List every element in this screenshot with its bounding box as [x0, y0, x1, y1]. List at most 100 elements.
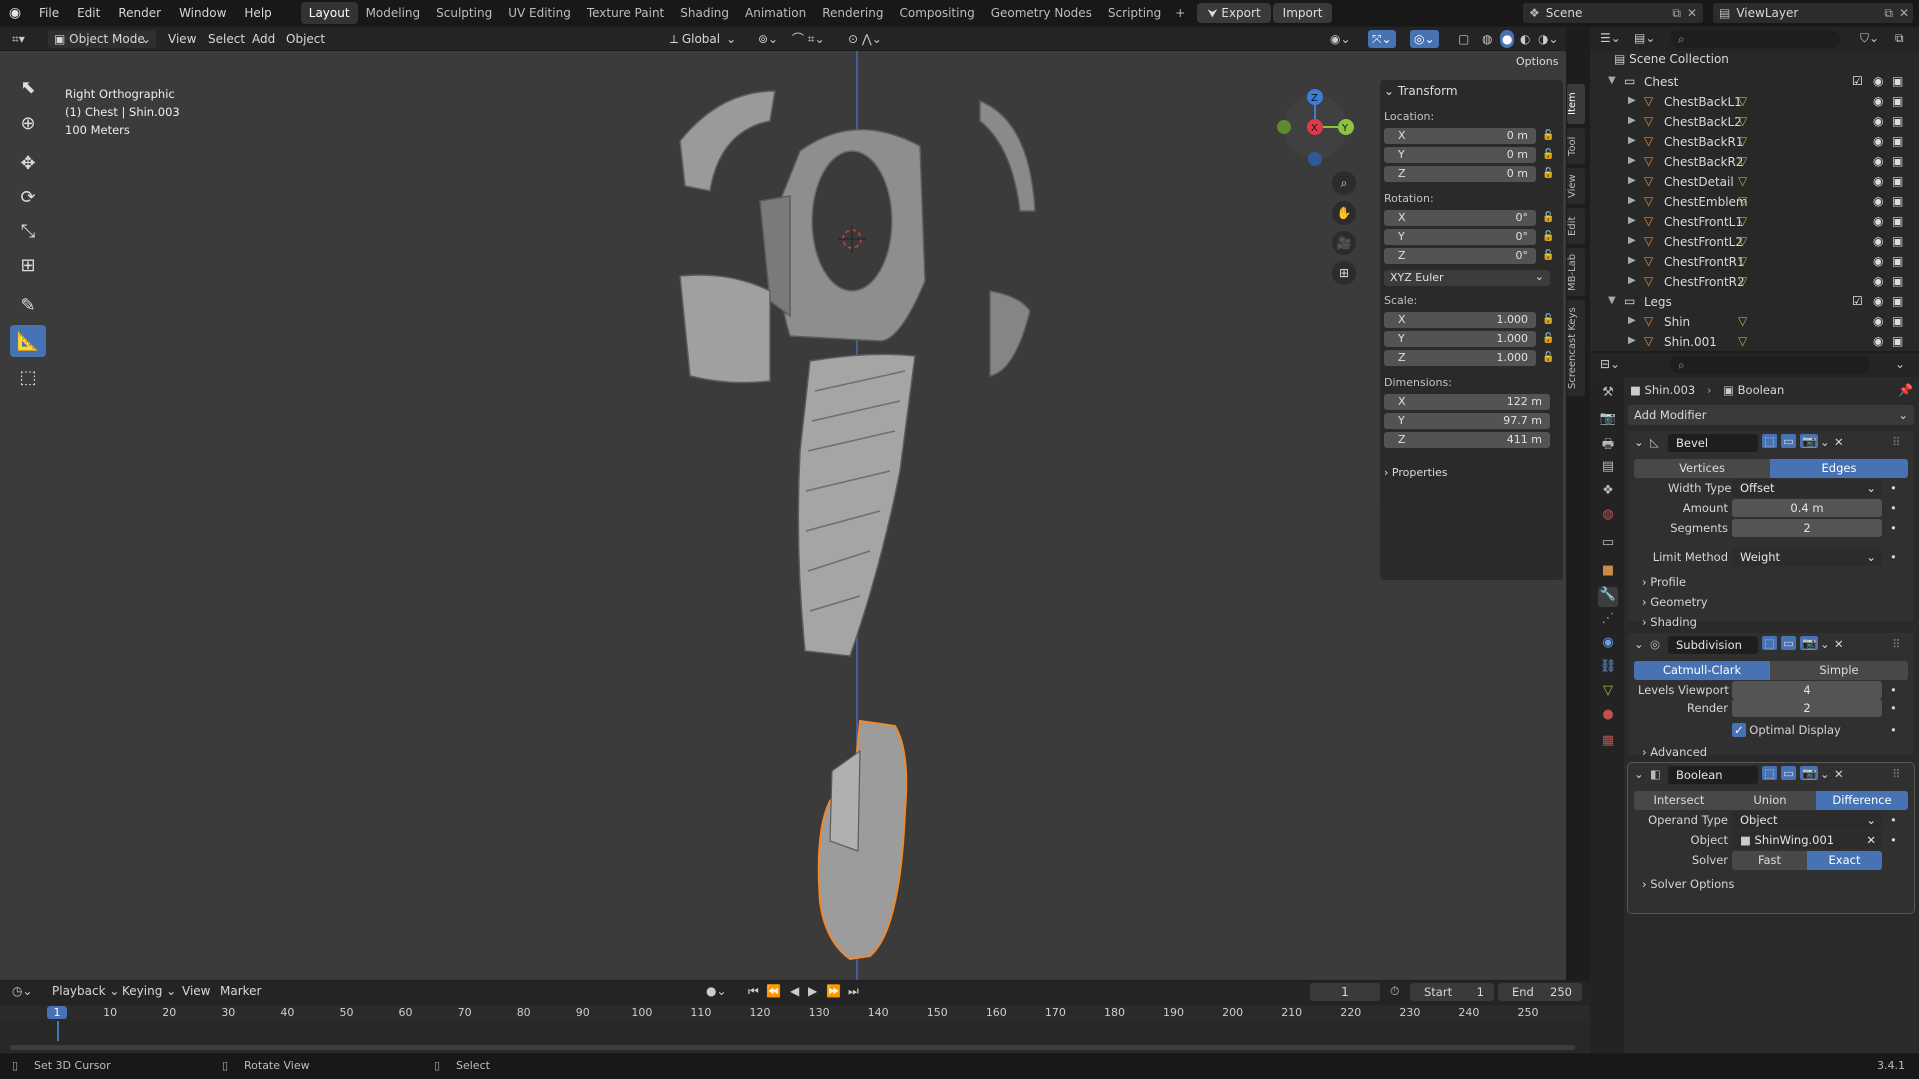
intersect-toggle[interactable]: Intersect: [1634, 791, 1724, 810]
mesh-data-icon[interactable]: ▽: [1738, 334, 1747, 348]
mesh-data-icon[interactable]: ▽: [1738, 234, 1747, 248]
dimensions-z[interactable]: Z 411 m: [1384, 432, 1550, 448]
eye-icon[interactable]: ◉: [1873, 254, 1883, 268]
new-scene-icon[interactable]: ⧉: [1672, 6, 1681, 21]
camera-render-icon[interactable]: ▣: [1892, 334, 1903, 348]
outliner-item[interactable]: ▶ ▽ ChestFrontL2 ▽ ◉ ▣: [1590, 232, 1919, 252]
tab-screencast-keys[interactable]: Screencast Keys: [1567, 300, 1585, 396]
particles-tab-icon[interactable]: ⋰: [1598, 611, 1618, 631]
prev-keyframe-icon[interactable]: ⏪: [766, 984, 781, 998]
tab-compositing[interactable]: Compositing: [891, 2, 982, 24]
stopwatch-icon[interactable]: ⏱: [1390, 984, 1399, 999]
eye-icon[interactable]: ◉: [1873, 334, 1883, 348]
eye-icon[interactable]: ◉: [1873, 114, 1883, 128]
eye-icon[interactable]: ◉: [1873, 274, 1883, 288]
bevel-edges-toggle[interactable]: Edges: [1770, 459, 1908, 478]
render-tab-icon[interactable]: 📷: [1598, 411, 1618, 431]
eye-icon[interactable]: ◉: [1873, 234, 1883, 248]
tab-edit[interactable]: Edit: [1567, 208, 1585, 244]
outliner-item[interactable]: ▼ ▭ Legs ☑ ◉ ▣: [1590, 292, 1919, 312]
outliner-scene-collection[interactable]: ▤ Scene Collection: [1590, 52, 1919, 72]
menu-render[interactable]: Render: [109, 0, 170, 26]
keyframe-dot-icon[interactable]: •: [1890, 683, 1897, 697]
tab-rendering[interactable]: Rendering: [814, 2, 891, 24]
menu-object[interactable]: Object: [286, 30, 325, 48]
remove-modifier-icon[interactable]: ✕: [1834, 767, 1844, 781]
menu-timeline-view[interactable]: View: [182, 984, 210, 998]
scale-x[interactable]: X 1.000: [1384, 312, 1536, 328]
drag-handle-icon[interactable]: ⠿: [1892, 637, 1900, 651]
mesh-data-icon[interactable]: ▽: [1738, 214, 1747, 228]
rotation-z[interactable]: Z 0°: [1384, 248, 1536, 264]
viewport-toggle-icon[interactable]: ▭: [1781, 434, 1796, 448]
timeline-scrollbar[interactable]: [10, 1045, 1575, 1050]
mesh-data-icon[interactable]: ▽: [1738, 94, 1747, 108]
solver-options-subpanel[interactable]: › Solver Options: [1642, 877, 1734, 891]
chevron-down-icon[interactable]: ⌄: [1820, 435, 1830, 449]
location-z[interactable]: Z 0 m: [1384, 166, 1536, 182]
lock-icon[interactable]: 🔓: [1542, 352, 1554, 364]
difference-toggle[interactable]: Difference: [1816, 791, 1908, 810]
outliner-item[interactable]: ▼ ▭ Chest ☑ ◉ ▣: [1590, 72, 1919, 92]
scale-y[interactable]: Y 1.000: [1384, 331, 1536, 347]
camera-render-icon[interactable]: ▣: [1892, 234, 1903, 248]
snap-icon[interactable]: ⌒ ⌗⌄: [792, 30, 825, 48]
outliner-item[interactable]: ▶ ▽ ChestBackL1 ▽ ◉ ▣: [1590, 92, 1919, 112]
gizmo-toggle-icon[interactable]: ⤧⌄: [1368, 30, 1396, 48]
expand-right-icon[interactable]: ▶: [1628, 235, 1636, 246]
material-shading-icon[interactable]: ◐: [1520, 30, 1530, 48]
rotation-y[interactable]: Y 0°: [1384, 229, 1536, 245]
start-frame-field[interactable]: Start 1: [1410, 983, 1494, 1001]
keyframe-dot-icon[interactable]: •: [1890, 723, 1897, 737]
amount-field[interactable]: 0.4 m: [1732, 499, 1882, 517]
mesh-data-icon[interactable]: ▽: [1738, 154, 1747, 168]
wireframe-shading-icon[interactable]: ◍: [1482, 30, 1492, 48]
tab-mb-lab[interactable]: MB-Lab: [1567, 248, 1585, 296]
add-workspace-icon[interactable]: +: [1169, 6, 1191, 20]
render-toggle-icon[interactable]: 📷: [1800, 766, 1819, 780]
menu-keying[interactable]: Keying ⌄: [122, 984, 176, 998]
object-tab-icon[interactable]: ■: [1598, 563, 1618, 583]
output-tab-icon[interactable]: 🖶: [1598, 435, 1618, 455]
keyframe-dot-icon[interactable]: •: [1890, 701, 1897, 715]
geometry-subpanel[interactable]: › Geometry: [1642, 595, 1708, 609]
expand-right-icon[interactable]: ▶: [1628, 315, 1636, 326]
render-levels-field[interactable]: 2: [1732, 699, 1882, 717]
xray-icon[interactable]: ▢: [1458, 30, 1469, 48]
tab-scripting[interactable]: Scripting: [1100, 2, 1169, 24]
drag-handle-icon[interactable]: ⠿: [1892, 435, 1900, 449]
solver-exact-toggle[interactable]: Exact: [1807, 851, 1882, 870]
mesh-data-icon[interactable]: ▽: [1738, 174, 1747, 188]
pivot-icon[interactable]: ⊚⌄: [758, 30, 778, 48]
lock-icon[interactable]: 🔓: [1542, 250, 1554, 262]
end-frame-field[interactable]: End 250: [1498, 983, 1582, 1001]
dimensions-y[interactable]: Y 97.7 m: [1384, 413, 1550, 429]
3d-viewport[interactable]: ⬉ ⊕ ✥ ⟳ ⤡ ⊞ ✎ 📐 ⬚ Right Orthographic (1)…: [0, 51, 1566, 980]
blender-logo-icon[interactable]: ◉: [0, 5, 30, 21]
camera-render-icon[interactable]: ▣: [1892, 194, 1903, 208]
play-icon[interactable]: ▶: [808, 984, 817, 998]
keyframe-dot-icon[interactable]: •: [1890, 813, 1897, 827]
menu-view[interactable]: View: [168, 30, 196, 48]
chevron-down-icon[interactable]: ⌄: [1634, 767, 1644, 781]
modifier-tab-icon[interactable]: 🔧: [1598, 587, 1618, 607]
keyframe-dot-icon[interactable]: •: [1890, 521, 1897, 535]
solver-fast-toggle[interactable]: Fast: [1732, 851, 1807, 870]
editmode-toggle-icon[interactable]: ⬚: [1762, 766, 1777, 780]
timeline-editor-icon[interactable]: ◷⌄: [12, 984, 33, 998]
current-frame-field[interactable]: 1: [1310, 983, 1380, 1001]
location-y[interactable]: Y 0 m: [1384, 147, 1536, 163]
export-button[interactable]: ⮟ Export: [1197, 3, 1271, 23]
outliner-editor-icon[interactable]: ☰⌄: [1600, 31, 1621, 45]
menu-edit[interactable]: Edit: [68, 0, 109, 26]
timeline-track[interactable]: [0, 1021, 1590, 1053]
viewlayer-selector[interactable]: ▤ ViewLayer ⧉ ✕: [1713, 3, 1913, 23]
add-modifier-dropdown[interactable]: Add Modifier ⌄: [1628, 405, 1914, 425]
scale-z[interactable]: Z 1.000: [1384, 350, 1536, 366]
tab-sculpting[interactable]: Sculpting: [428, 2, 500, 24]
eye-icon[interactable]: ◉: [1873, 314, 1883, 328]
camera-render-icon[interactable]: ▣: [1892, 294, 1903, 308]
dimensions-x[interactable]: X 122 m: [1384, 394, 1550, 410]
viewport-toggle-icon[interactable]: ▭: [1781, 636, 1796, 650]
outliner-search-input[interactable]: ⌕: [1670, 30, 1840, 48]
